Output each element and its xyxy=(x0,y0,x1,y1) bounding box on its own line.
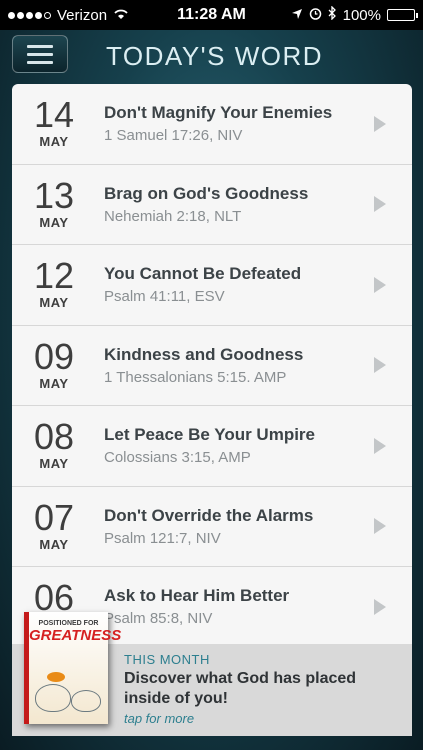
scripture-reference: 1 Samuel 17:26, NIV xyxy=(104,127,243,145)
word-row[interactable]: 13 MAY Brag on God's Goodness Nehemiah 2:18… xyxy=(12,165,412,245)
word-title: Let Peace Be Your Umpire xyxy=(104,425,316,445)
word-row[interactable]: 09 MAY Kindness and Goodness 1 Thessalonian… xyxy=(12,326,412,406)
chevron-right-icon xyxy=(374,518,386,535)
word-row[interactable]: 14 MAY Don't Magnify Your Enemies 1 Samuel … xyxy=(12,84,412,165)
date-month: MAY xyxy=(39,214,69,230)
page-title: TODAY'S WORD xyxy=(106,41,324,71)
header: TODAY'S WORD xyxy=(0,30,423,82)
word-info: Don't Magnify Your Enemies 1 Samuel 17:26… xyxy=(96,103,412,144)
location-icon xyxy=(291,7,303,24)
chevron-right-icon xyxy=(374,196,386,213)
book-subtitle: POSITIONED FOR xyxy=(38,620,99,627)
scripture-reference: Nehemiah 2:18, NLT xyxy=(104,207,242,225)
date-block: 08 MAY xyxy=(12,416,96,472)
fishbowl-icon xyxy=(71,690,101,712)
promo-title: Discover what God has placed inside of y… xyxy=(124,670,357,707)
menu-button[interactable] xyxy=(12,35,68,73)
chevron-right-icon xyxy=(374,115,386,132)
scripture-reference: Psalm 85:8, NIV xyxy=(104,610,213,628)
date-day: 12 xyxy=(33,255,75,297)
wifi-icon xyxy=(113,7,129,24)
scripture-reference: Colossians 3:15, AMP xyxy=(104,449,251,467)
word-row[interactable]: 12 MAY You Cannot Be Defeated Psalm 41:11, … xyxy=(12,245,412,326)
fishbowl-icon xyxy=(35,684,71,712)
carrier-label: Verizon xyxy=(57,6,108,24)
word-title: You Cannot Be Defeated xyxy=(104,264,302,284)
word-list: 14 MAY Don't Magnify Your Enemies 1 Samuel … xyxy=(12,84,412,644)
word-title: Ask to Hear Him Better xyxy=(104,586,290,606)
date-day: 09 xyxy=(33,335,75,377)
word-title: Brag on God's Goodness xyxy=(104,183,309,203)
word-info: Brag on God's Goodness Nehemiah 2:18, NLT xyxy=(96,184,412,225)
word-info: You Cannot Be Defeated Psalm 41:11, ESV xyxy=(96,264,412,305)
date-month: MAY xyxy=(39,536,69,552)
book-title: GREATNESS xyxy=(29,627,122,644)
clock: 11:28 AM xyxy=(177,6,246,23)
battery-icon xyxy=(387,9,418,21)
date-month: MAY xyxy=(39,375,69,391)
word-title: Kindness and Goodness xyxy=(104,344,304,364)
chevron-right-icon xyxy=(374,276,386,293)
date-day: 08 xyxy=(33,416,75,458)
date-block: 13 MAY xyxy=(12,174,96,230)
word-title: Don't Magnify Your Enemies xyxy=(104,103,333,123)
scripture-reference: 1 Thessalonians 5:15. AMP xyxy=(104,368,287,386)
status-right: 100% xyxy=(291,5,418,24)
date-block: 07 MAY xyxy=(12,496,96,552)
date-day: 07 xyxy=(33,496,75,538)
status-bar: Verizon 11:28 AM 100% xyxy=(0,0,423,30)
scripture-reference: Psalm 41:11, ESV xyxy=(104,288,225,306)
date-day: 14 xyxy=(33,94,75,136)
alarm-icon xyxy=(309,7,322,24)
date-month: MAY xyxy=(39,134,69,150)
date-day: 06 xyxy=(33,577,75,619)
promo-link[interactable]: tap for more xyxy=(124,711,404,726)
book-cover-image[interactable]: POSITIONED FOR GREATNESS xyxy=(24,612,122,724)
date-block: 09 MAY xyxy=(12,335,96,391)
word-info: Ask to Hear Him Better Psalm 85:8, NIV xyxy=(96,586,412,627)
status-left: Verizon xyxy=(8,7,129,24)
word-row[interactable]: 07 MAY Don't Override the Alarms Psalm 121:… xyxy=(12,487,412,567)
fish-icon xyxy=(47,672,65,682)
chevron-right-icon xyxy=(374,357,386,374)
chevron-right-icon xyxy=(374,437,386,454)
promo-text[interactable]: THIS MONTH Discover what God has placed … xyxy=(124,652,404,726)
word-title: Don't Override the Alarms xyxy=(104,505,314,525)
hamburger-icon xyxy=(27,44,53,48)
word-row[interactable]: 08 MAY Let Peace Be Your Umpire Colossians … xyxy=(12,406,412,487)
date-month: MAY xyxy=(39,295,69,311)
word-info: Let Peace Be Your Umpire Colossians 3:15,… xyxy=(96,425,412,466)
signal-icon xyxy=(8,11,51,19)
date-day: 13 xyxy=(33,174,75,216)
bluetooth-icon xyxy=(328,5,337,24)
word-info: Kindness and Goodness 1 Thessalonians 5:1… xyxy=(96,345,412,386)
promo-label: THIS MONTH xyxy=(124,652,210,667)
date-month: MAY xyxy=(39,456,69,472)
battery-percent: 100% xyxy=(342,6,381,24)
chevron-right-icon xyxy=(374,598,386,615)
date-block: 14 MAY xyxy=(12,94,96,150)
word-info: Don't Override the Alarms Psalm 121:7, NI… xyxy=(96,506,412,547)
scripture-reference: Psalm 121:7, NIV xyxy=(104,529,221,547)
date-block: 12 MAY xyxy=(12,255,96,311)
